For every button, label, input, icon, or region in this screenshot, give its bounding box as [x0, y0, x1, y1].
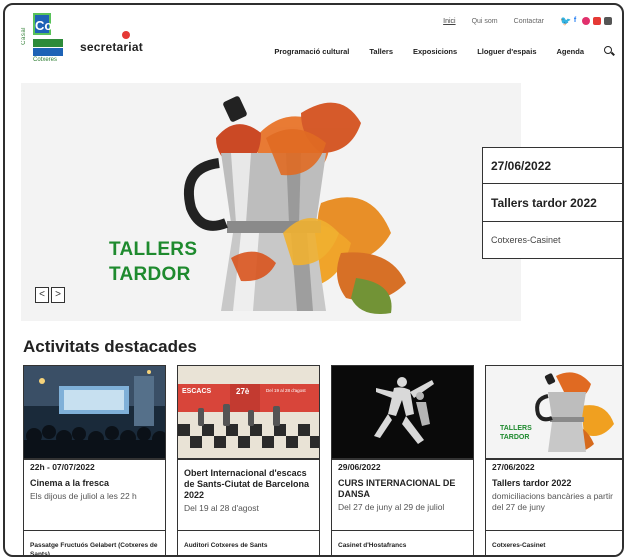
card-date: 22h - 07/07/2022: [30, 462, 95, 472]
hero-title: TALLERS TARDOR: [109, 237, 197, 287]
link-qui-som[interactable]: Qui som: [472, 18, 498, 25]
instagram-icon[interactable]: [582, 17, 590, 25]
card-divider: [24, 458, 165, 460]
card-date: 27/06/2022: [492, 462, 535, 472]
event-location: Cotxeres-Casinet: [491, 235, 561, 245]
card-location: Passatge Fructuós Gelabert (Cotxeres de …: [24, 530, 165, 555]
section-title: Activitats destacades: [23, 337, 197, 356]
card-title: Obert Internacional d'escacs de Sants-Ci…: [184, 468, 310, 500]
activity-card[interactable]: 22h - 07/07/2022 Cinema a la fresca Els …: [23, 365, 166, 555]
card-description: domiciliacions bancàries a partir del 27…: [492, 491, 613, 512]
casal-logo[interactable]: Casal Co Cotxeres: [21, 13, 65, 65]
thumb-escacs: ESCACS: [182, 388, 212, 395]
link-inici[interactable]: Inici: [443, 18, 455, 25]
secretariat-dot-icon: [122, 31, 130, 39]
secretariat-logo[interactable]: secretariat: [80, 31, 143, 54]
logo-green-bar: [33, 39, 63, 47]
card-body: 27/06/2022 Tallers tardor 2022 domicilia…: [492, 462, 621, 513]
nav-programacio-cultural[interactable]: Programació cultural: [274, 47, 349, 56]
prev-slide-button[interactable]: <: [35, 287, 49, 303]
main-nav: Programació cultural Tallers Exposicions…: [274, 46, 614, 56]
top-links: Inici Qui som Contactar 🐦 f: [443, 17, 612, 26]
activity-card[interactable]: TALLERS TARDOR 27/06/2022 Tallers tardor…: [485, 365, 622, 555]
slider-arrows: < >: [35, 287, 65, 303]
card-description: Del 19 al 28 d'agost: [184, 503, 259, 513]
logo-blue-bar: [33, 48, 63, 56]
social-links: 🐦 f: [560, 17, 612, 26]
card-thumbnail: ESCACS 27è Del 19 al 28 d'agost: [178, 366, 319, 458]
card-body: 22h - 07/07/2022 Cinema a la fresca Els …: [30, 462, 159, 502]
facebook-icon[interactable]: f: [571, 17, 579, 25]
logo-vertical-text: Casal: [21, 27, 27, 45]
thumb-title-line2: TARDOR: [500, 434, 530, 441]
card-location: Auditori Cotxeres de Sants: [178, 530, 319, 550]
mail-icon[interactable]: [604, 17, 612, 25]
thumb-dates: Del 19 al 28 d'agost: [266, 388, 306, 393]
youtube-icon[interactable]: [593, 17, 601, 25]
card-title: CURS INTERNACIONAL DE DANSA: [338, 478, 456, 499]
nav-exposicions[interactable]: Exposicions: [413, 47, 457, 56]
thumb-title: TALLERS TARDOR: [500, 424, 532, 442]
event-date: 27/06/2022: [483, 148, 622, 184]
activity-card[interactable]: ESCACS 27è Del 19 al 28 d'agost Obert In…: [177, 365, 320, 555]
activity-card[interactable]: 29/06/2022 CURS INTERNACIONAL DE DANSA D…: [331, 365, 474, 555]
card-description: Els dijous de juliol a les 22 h: [30, 491, 137, 501]
nav-tallers[interactable]: Tallers: [369, 47, 393, 56]
logo-badge: Co: [33, 13, 52, 35]
hero-title-line1: TALLERS: [109, 239, 198, 260]
card-body: Obert Internacional d'escacs de Sants-Ci…: [184, 462, 313, 514]
thumb-title-line1: TALLERS: [500, 425, 532, 432]
nav-lloguer-espais[interactable]: Lloguer d'espais: [477, 47, 536, 56]
site-header: Casal Co Cotxeres secretariat Inici Qui …: [5, 5, 622, 71]
hero-slider[interactable]: TALLERS TARDOR < >: [21, 83, 521, 321]
hero-image: [21, 83, 521, 321]
card-title: Cinema a la fresca: [30, 478, 110, 488]
card-location: Casinet d'Hostafrancs: [332, 530, 473, 550]
card-divider: [332, 458, 473, 460]
browser-frame: Casal Co Cotxeres secretariat Inici Qui …: [3, 3, 624, 557]
thumb-edition: 27è: [236, 387, 250, 396]
card-thumbnail: TALLERS TARDOR: [486, 366, 622, 458]
card-divider: [486, 458, 622, 460]
twitter-icon[interactable]: 🐦: [560, 17, 571, 26]
link-contactar[interactable]: Contactar: [514, 18, 544, 25]
search-icon[interactable]: [604, 46, 614, 56]
card-body: 29/06/2022 CURS INTERNACIONAL DE DANSA D…: [338, 462, 467, 513]
card-title: Tallers tardor 2022: [492, 478, 572, 488]
card-location: Cotxeres-Casinet: [486, 530, 622, 550]
secretariat-text: secretariat: [80, 40, 143, 54]
next-slide-button[interactable]: >: [51, 287, 65, 303]
logo-bottom-text: Cotxeres: [33, 57, 58, 63]
activities-cards: 22h - 07/07/2022 Cinema a la fresca Els …: [23, 365, 622, 555]
nav-agenda[interactable]: Agenda: [556, 47, 584, 56]
hero-event-card[interactable]: 27/06/2022 Tallers tardor 2022 Cotxeres-…: [482, 147, 622, 259]
card-divider: [178, 458, 319, 460]
card-date: 29/06/2022: [338, 462, 381, 472]
hero-title-line2: TARDOR: [109, 264, 191, 285]
event-title: Tallers tardor 2022: [483, 184, 622, 222]
card-thumbnail: [24, 366, 165, 458]
card-description: Del 27 de juny al 29 de juliol: [338, 502, 445, 512]
card-thumbnail: [332, 366, 473, 458]
